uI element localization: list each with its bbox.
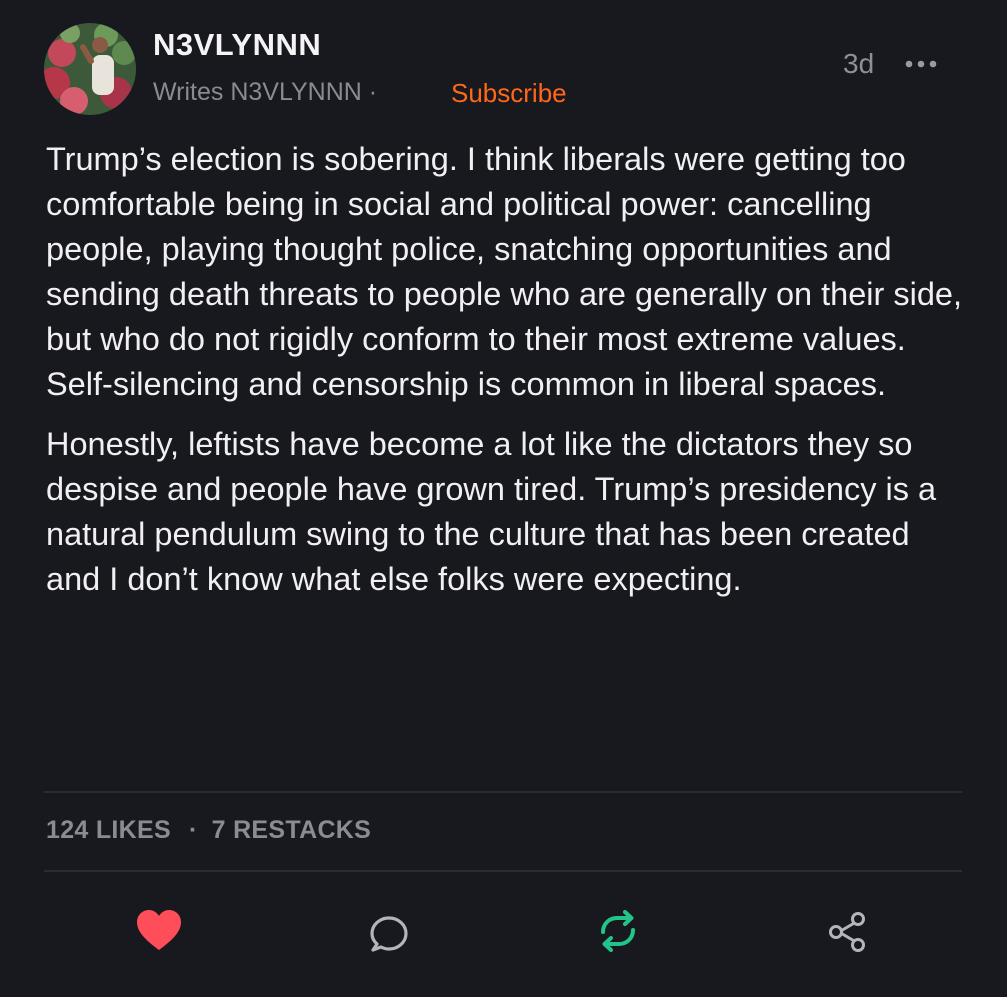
- post-card: N3VLYNNN Writes N3VLYNNN · Subscribe 3d …: [0, 0, 1007, 997]
- more-options-button[interactable]: [900, 50, 942, 80]
- heart-icon: [137, 910, 181, 950]
- post-stats: 124 LIKES · 7 RESTACKS: [46, 816, 371, 845]
- share-icon: [829, 912, 865, 952]
- restacks-count[interactable]: 7 RESTACKS: [212, 816, 372, 844]
- post-body: Trump’s election is sobering. I think li…: [46, 137, 971, 617]
- share-button[interactable]: [823, 906, 873, 956]
- post-paragraph: Trump’s election is sobering. I think li…: [46, 141, 963, 402]
- subscribe-button[interactable]: Subscribe: [451, 78, 567, 109]
- post-paragraph: Honestly, leftists have become a lot lik…: [46, 426, 937, 597]
- comment-icon: [370, 916, 408, 952]
- comment-button[interactable]: [364, 906, 414, 956]
- divider: [44, 791, 962, 793]
- restack-icon: [601, 910, 635, 952]
- author-byline: Writes N3VLYNNN ·: [153, 78, 378, 106]
- divider: [44, 870, 962, 872]
- more-horizontal-icon: [905, 60, 937, 68]
- like-button[interactable]: [134, 906, 184, 956]
- post-timestamp: 3d: [843, 48, 875, 79]
- avatar-photo-icon: [44, 23, 136, 115]
- restack-button[interactable]: [593, 906, 643, 956]
- stats-separator: ·: [188, 816, 198, 844]
- author-name[interactable]: N3VLYNNN: [153, 27, 321, 63]
- likes-count[interactable]: 124 LIKES: [46, 816, 171, 844]
- author-avatar[interactable]: [44, 23, 136, 115]
